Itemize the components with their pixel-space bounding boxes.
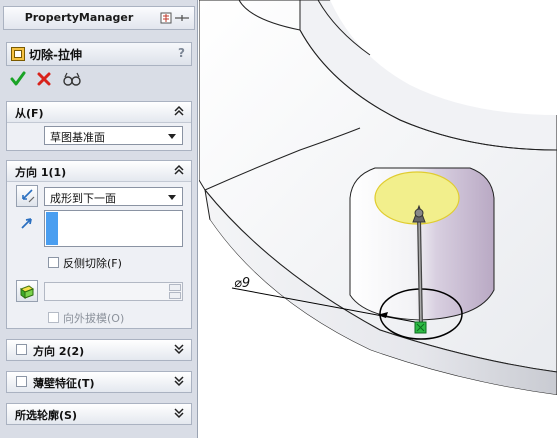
- draft-toggle-button[interactable]: [16, 280, 38, 302]
- chevron-down-icon: [168, 134, 176, 139]
- from-group-header[interactable]: 从(F): [7, 102, 191, 123]
- direction1-group-header[interactable]: 方向 1(1): [7, 161, 191, 182]
- draft-angle-field[interactable]: [44, 282, 183, 301]
- direction1-group: 方向 1(1) 成形到下一面 反侧切除(F) 向外拔模(O): [6, 160, 192, 329]
- spinner-up-icon[interactable]: [169, 284, 181, 291]
- ok-checkmark-icon[interactable]: [10, 70, 26, 88]
- collapse-chevron-icon[interactable]: [173, 164, 185, 176]
- spinner-down-icon[interactable]: [169, 292, 181, 299]
- direction2-group-title: 方向 2(2): [33, 345, 85, 358]
- reverse-cut-label: 反侧切除(F): [63, 257, 122, 270]
- extruded-cut-icon: [11, 47, 25, 61]
- direction-vector-icon: [21, 218, 32, 229]
- thin-feature-group-header[interactable]: 薄壁特征(T): [7, 372, 191, 392]
- reverse-cut-checkbox[interactable]: [48, 257, 59, 268]
- thin-feature-group[interactable]: 薄壁特征(T): [6, 371, 192, 393]
- draft-outward-checkbox[interactable]: [48, 312, 59, 323]
- selected-contours-group[interactable]: 所选轮廓(S): [6, 403, 192, 425]
- selected-contours-group-header[interactable]: 所选轮廓(S): [7, 404, 191, 424]
- direction2-group[interactable]: 方向 2(2): [6, 339, 192, 361]
- detailed-preview-icon[interactable]: [62, 70, 82, 88]
- reverse-direction-icon: [22, 189, 35, 203]
- graphics-viewport[interactable]: ⌀9: [199, 0, 557, 438]
- help-icon[interactable]: ?: [178, 46, 185, 60]
- cancel-x-icon[interactable]: [36, 70, 52, 88]
- from-dropdown-value: 草图基准面: [50, 131, 105, 144]
- thin-feature-checkbox[interactable]: [16, 376, 27, 387]
- end-condition-dropdown[interactable]: 成形到下一面: [44, 187, 183, 206]
- from-group: 从(F) 草图基准面: [6, 101, 192, 151]
- feature-header: 切除-拉伸 ?: [6, 42, 192, 66]
- dimension-label: ⌀9: [234, 276, 250, 291]
- feature-name: 切除-拉伸: [29, 48, 82, 62]
- direction1-group-title: 方向 1(1): [15, 166, 67, 179]
- property-manager-panel: PropertyManager 切除-拉伸 ? 从(F) 草图基准面 方向 1(…: [0, 0, 198, 438]
- direction2-checkbox[interactable]: [16, 344, 27, 355]
- from-group-title: 从(F): [15, 107, 44, 120]
- expand-chevron-icon[interactable]: [173, 343, 185, 355]
- draft-outward-label: 向外拔模(O): [63, 312, 125, 325]
- selected-contours-group-title: 所选轮廓(S): [15, 409, 77, 422]
- expand-chevron-icon[interactable]: [173, 375, 185, 387]
- selection-active-bar: [46, 212, 58, 245]
- model-view: ⌀9: [199, 0, 557, 438]
- direction2-group-header[interactable]: 方向 2(2): [7, 340, 191, 360]
- direction-selection-box[interactable]: [44, 210, 183, 247]
- expand-chevron-icon[interactable]: [173, 407, 185, 419]
- collapse-chevron-icon[interactable]: [173, 105, 185, 117]
- chevron-down-icon: [168, 195, 176, 200]
- panel-options-icon[interactable]: [160, 12, 190, 24]
- property-manager-tab[interactable]: PropertyManager: [3, 6, 195, 30]
- reverse-direction-button[interactable]: [16, 185, 38, 207]
- panel-title: PropertyManager: [24, 11, 134, 24]
- thin-feature-group-title: 薄壁特征(T): [33, 377, 95, 390]
- from-dropdown[interactable]: 草图基准面: [44, 126, 183, 145]
- end-condition-value: 成形到下一面: [50, 192, 116, 205]
- draft-icon: [19, 285, 35, 299]
